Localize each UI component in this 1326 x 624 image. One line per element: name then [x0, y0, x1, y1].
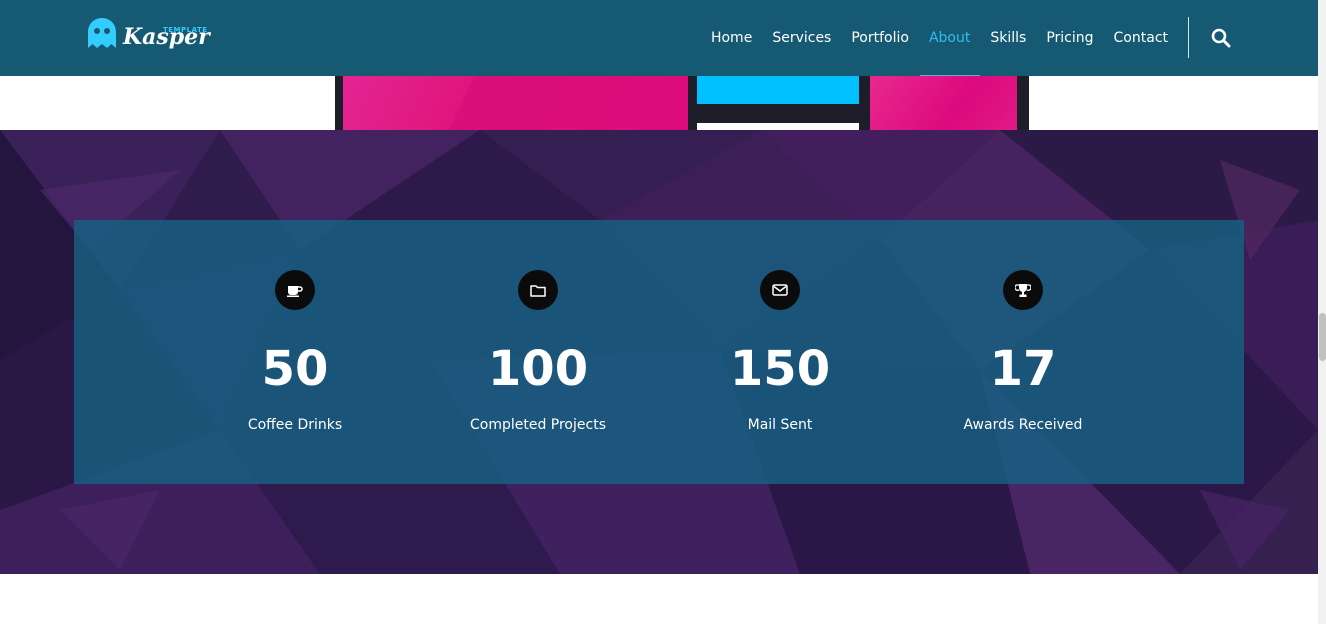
counter-item: 150 Mail Sent — [660, 220, 900, 484]
image-pane — [343, 76, 688, 130]
nav-skills[interactable]: Skills — [990, 0, 1026, 76]
counter-value: 50 — [261, 341, 329, 397]
nav-divider — [1188, 17, 1189, 58]
nav-portfolio[interactable]: Portfolio — [851, 0, 909, 76]
counter-item: 17 Awards Received — [903, 220, 1143, 484]
counter-item: 100 Completed Projects — [418, 220, 658, 484]
stats-section: 50 Coffee Drinks 100 Completed Projects … — [0, 130, 1318, 574]
counter-value: 150 — [729, 341, 831, 397]
folder-icon — [518, 270, 558, 310]
site-logo[interactable]: TEMPLATE Kasper — [88, 17, 210, 57]
counter-label: Completed Projects — [469, 417, 606, 433]
mail-icon — [760, 270, 800, 310]
counter-box: 50 Coffee Drinks 100 Completed Projects … — [74, 220, 1244, 484]
image-pane — [870, 76, 1017, 130]
page-scrollbar[interactable] — [1318, 0, 1326, 624]
counter-item: 50 Coffee Drinks — [175, 220, 415, 484]
site-header: TEMPLATE Kasper Home Services Portfolio … — [0, 0, 1318, 76]
nav-home[interactable]: Home — [711, 0, 752, 76]
coffee-icon — [275, 270, 315, 310]
trophy-icon — [1003, 270, 1043, 310]
nav-contact[interactable]: Contact — [1114, 0, 1168, 76]
counter-label: Mail Sent — [747, 417, 813, 433]
nav-services[interactable]: Services — [772, 0, 831, 76]
portfolio-device-image — [335, 76, 1029, 130]
counter-value: 100 — [487, 341, 589, 397]
search-icon[interactable] — [1210, 27, 1232, 49]
counter-value: 17 — [989, 341, 1057, 397]
scrollbar-thumb[interactable] — [1319, 313, 1326, 361]
main-nav: Home Services Portfolio About Skills Pri… — [691, 0, 1168, 76]
counter-label: Coffee Drinks — [247, 417, 343, 433]
hero-image-strip — [0, 76, 1318, 130]
logo-text: Kasper — [123, 24, 210, 50]
image-pane — [697, 123, 859, 130]
counter-label: Awards Received — [963, 417, 1083, 433]
nav-about[interactable]: About — [919, 0, 981, 76]
image-pane — [697, 76, 859, 104]
ghost-logo-icon — [88, 18, 116, 48]
nav-pricing[interactable]: Pricing — [1046, 0, 1093, 76]
